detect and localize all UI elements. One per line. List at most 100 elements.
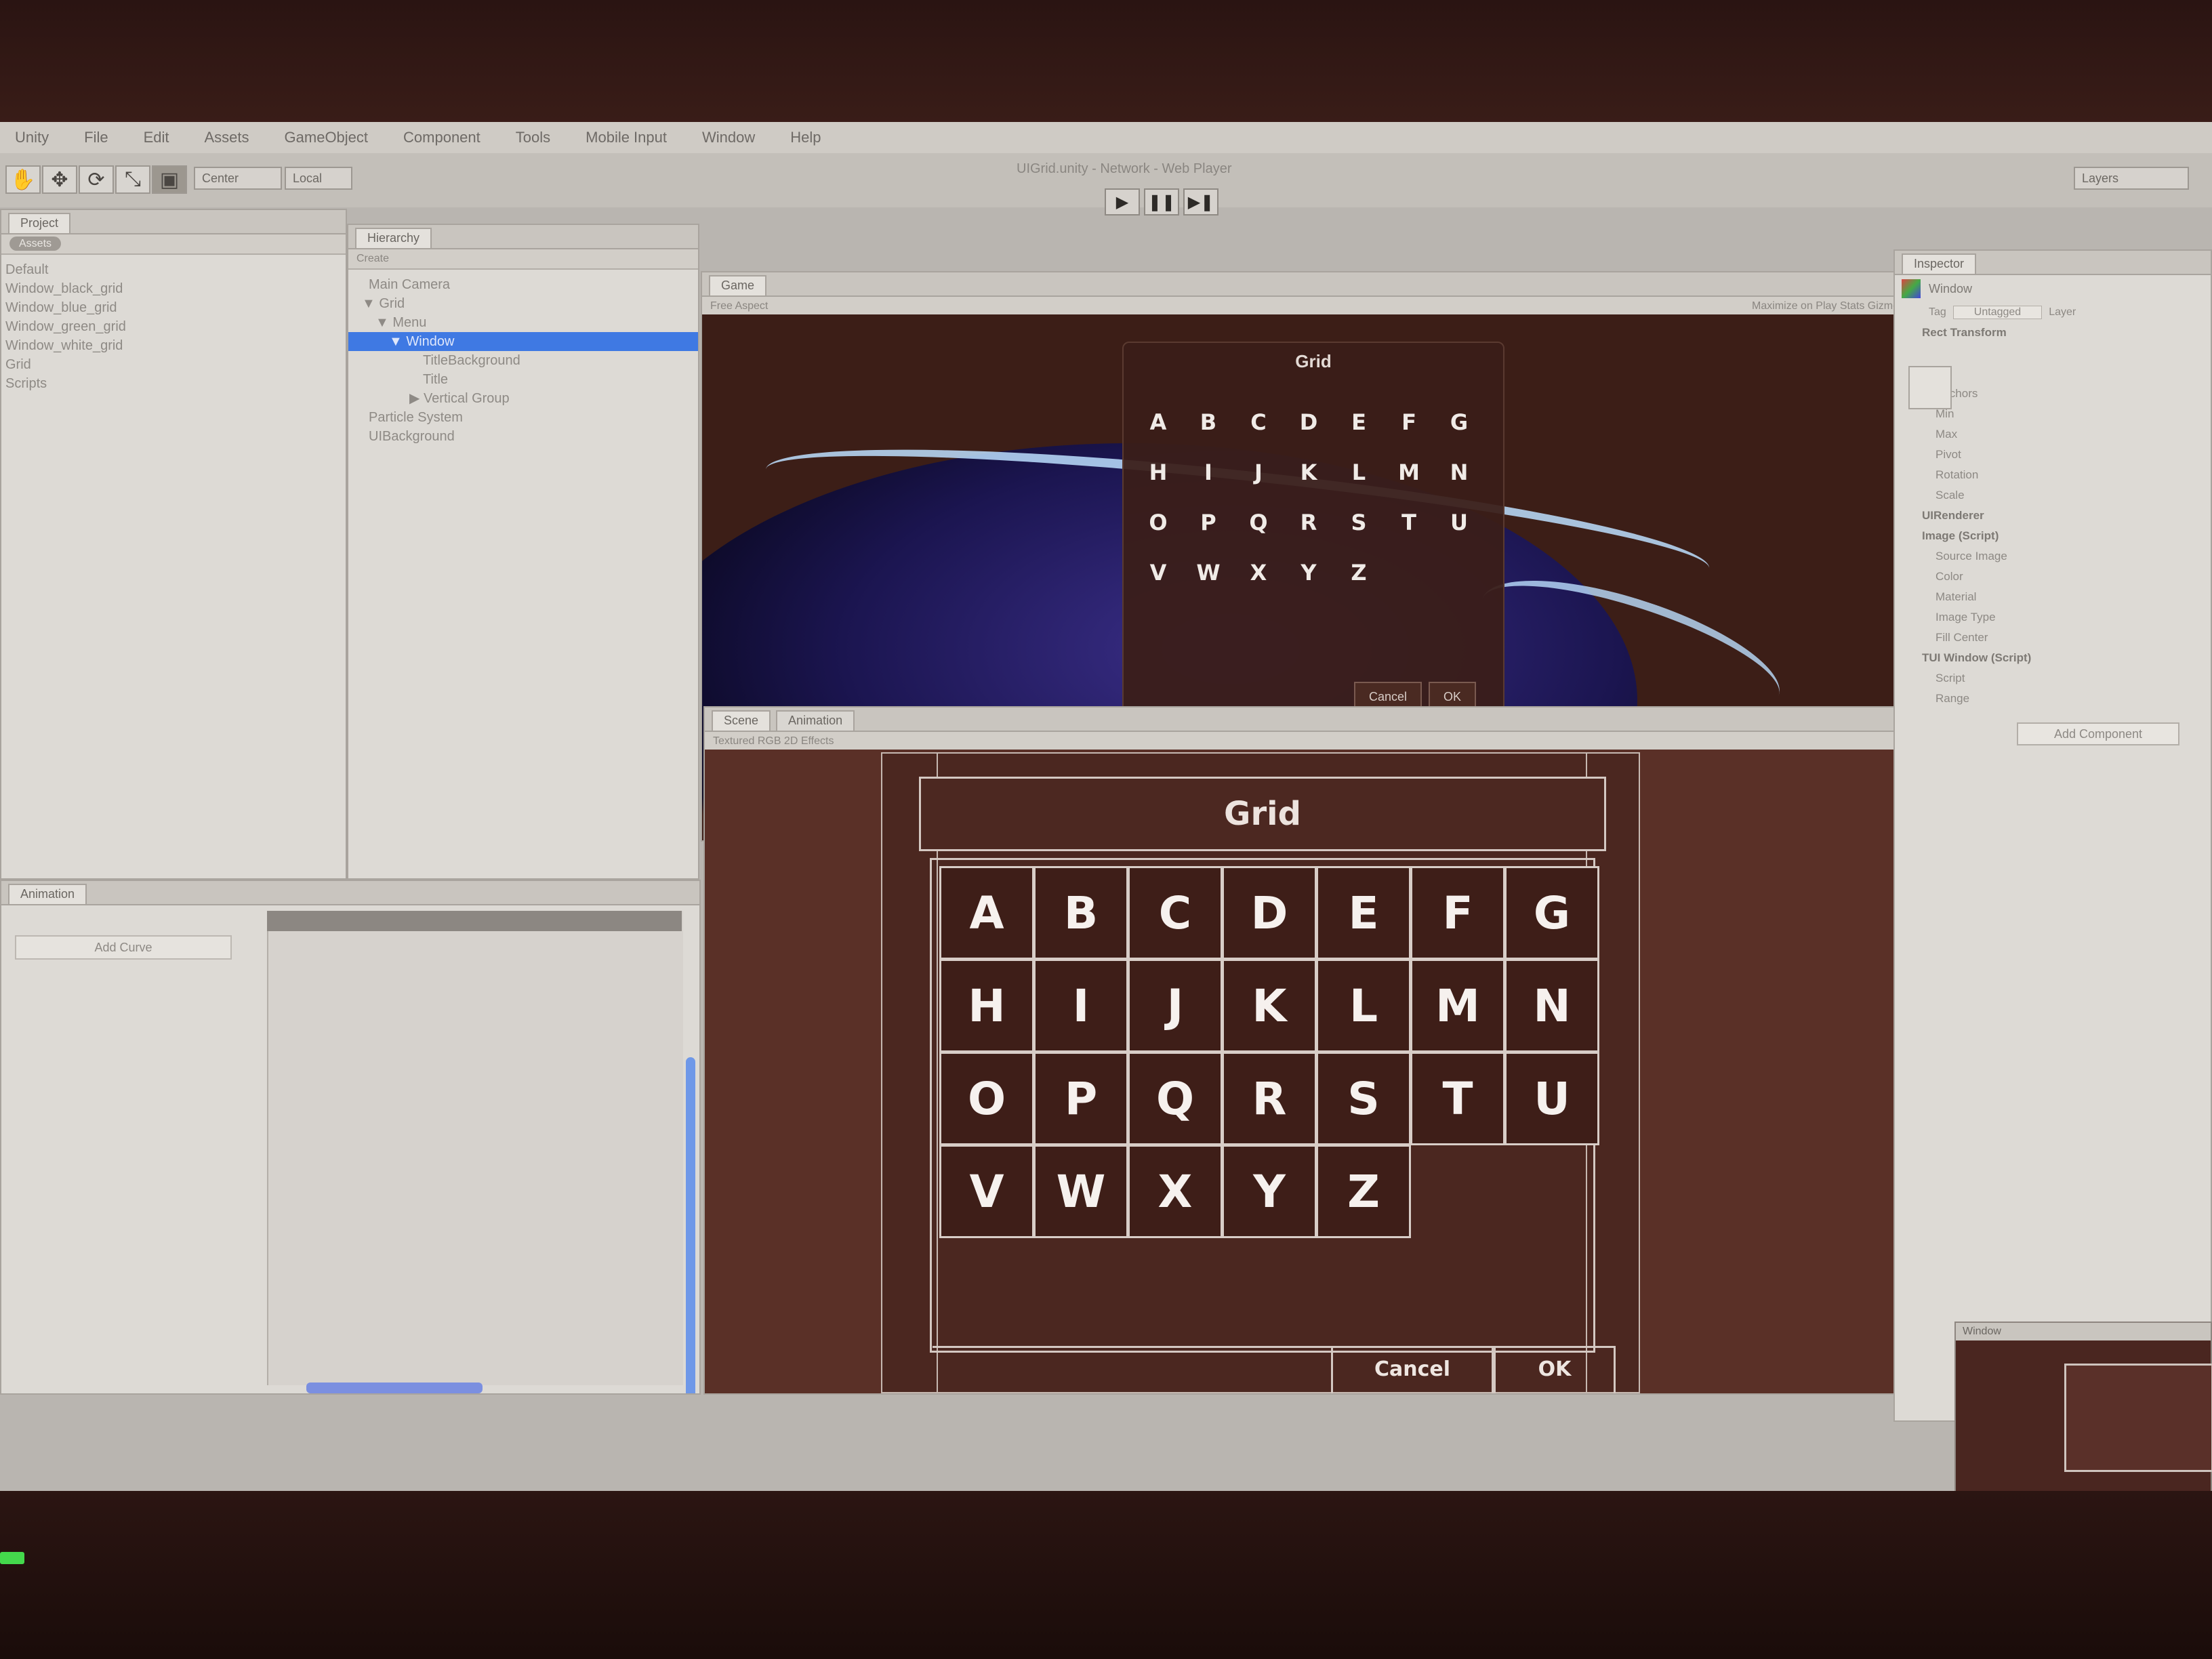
key-o[interactable]: O xyxy=(1133,497,1183,548)
hierarchy-create-bar[interactable]: Create xyxy=(348,249,698,270)
ok-button[interactable]: OK xyxy=(1494,1346,1616,1393)
pause-icon[interactable]: ❚❚ xyxy=(1144,188,1179,216)
tree-item-grid[interactable]: ▼ Grid xyxy=(348,294,698,313)
tree-item-titlebackground[interactable]: TitleBackground xyxy=(348,351,698,370)
key-n[interactable]: N xyxy=(1434,447,1484,497)
key-k[interactable]: K xyxy=(1284,447,1334,497)
key-e[interactable]: E xyxy=(1334,397,1384,447)
tab-project[interactable]: Project xyxy=(8,213,71,233)
menu-edit[interactable]: Edit xyxy=(144,129,169,146)
anchor-presets-icon[interactable] xyxy=(1908,366,1952,409)
component-header[interactable]: Image (Script) xyxy=(1895,526,2211,546)
menu-help[interactable]: Help xyxy=(790,129,821,146)
key-s[interactable]: S xyxy=(1316,1052,1411,1145)
key-c[interactable]: C xyxy=(1128,866,1223,960)
key-b[interactable]: B xyxy=(1183,397,1233,447)
key-q[interactable]: Q xyxy=(1233,497,1284,548)
project-search-bar[interactable]: Assets xyxy=(1,234,346,255)
key-e[interactable]: E xyxy=(1316,866,1411,960)
add-component-button[interactable]: Add Component xyxy=(2017,722,2179,745)
key-p[interactable]: P xyxy=(1033,1052,1128,1145)
tree-item-vertical-group[interactable]: ▶ Vertical Group xyxy=(348,389,698,408)
component-header[interactable]: TUI Window (Script) xyxy=(1895,648,2211,668)
cancel-button[interactable]: Cancel xyxy=(1331,1346,1494,1393)
tree-item-particle-system[interactable]: Particle System xyxy=(348,408,698,427)
local-toggle[interactable]: Local xyxy=(285,167,352,190)
preview-tab[interactable]: Window xyxy=(1956,1323,2211,1340)
key-w[interactable]: W xyxy=(1183,548,1233,598)
step-icon[interactable]: ▶❚ xyxy=(1183,188,1218,216)
tab-scene[interactable]: Scene xyxy=(712,710,771,731)
key-w[interactable]: W xyxy=(1033,1145,1128,1238)
menu-gameobject[interactable]: GameObject xyxy=(285,129,369,146)
key-t[interactable]: T xyxy=(1410,1052,1505,1145)
key-l[interactable]: L xyxy=(1334,447,1384,497)
tab-hierarchy[interactable]: Hierarchy xyxy=(355,228,432,248)
menu-tools[interactable]: Tools xyxy=(516,129,550,146)
layers-dropdown[interactable]: Layers xyxy=(2074,167,2189,190)
key-c[interactable]: C xyxy=(1233,397,1284,447)
tree-item-main-camera[interactable]: Main Camera xyxy=(348,275,698,294)
key-v[interactable]: V xyxy=(1133,548,1183,598)
list-item[interactable]: Default xyxy=(5,260,346,279)
key-a[interactable]: A xyxy=(1133,397,1183,447)
move-tool-icon[interactable]: ✥ xyxy=(42,165,77,194)
rect-tool-icon[interactable]: ▣ xyxy=(152,165,187,194)
menu-unity[interactable]: Unity xyxy=(15,129,49,146)
key-z[interactable]: Z xyxy=(1316,1145,1411,1238)
scale-tool-icon[interactable]: ⤡ xyxy=(115,165,150,194)
key-j[interactable]: J xyxy=(1233,447,1284,497)
tag-dropdown[interactable]: Untagged xyxy=(1952,306,2043,319)
hand-tool-icon[interactable]: ✋ xyxy=(5,165,41,194)
list-item[interactable]: Window_black_grid xyxy=(5,279,346,298)
key-r[interactable]: R xyxy=(1222,1052,1317,1145)
dopesheet-area[interactable] xyxy=(267,911,683,1385)
search-tag[interactable]: Assets xyxy=(9,237,62,251)
key-x[interactable]: X xyxy=(1233,548,1284,598)
component-header[interactable]: Rect Transform xyxy=(1895,323,2211,343)
key-y[interactable]: Y xyxy=(1284,548,1334,598)
key-f[interactable]: F xyxy=(1384,397,1434,447)
rotate-tool-icon[interactable]: ⟳ xyxy=(79,165,114,194)
play-icon[interactable]: ▶ xyxy=(1105,188,1140,216)
key-t[interactable]: T xyxy=(1384,497,1434,548)
key-h[interactable]: H xyxy=(1133,447,1183,497)
list-item[interactable]: Window_white_grid xyxy=(5,336,346,355)
key-y[interactable]: Y xyxy=(1222,1145,1317,1238)
key-v[interactable]: V xyxy=(939,1145,1034,1238)
add-curve-button[interactable]: Add Curve xyxy=(15,935,232,960)
tab-animation-secondary[interactable]: Animation xyxy=(776,710,855,731)
menu-component[interactable]: Component xyxy=(403,129,480,146)
tab-animation[interactable]: Animation xyxy=(8,884,87,904)
key-i[interactable]: I xyxy=(1033,959,1128,1052)
object-name[interactable]: Window xyxy=(1929,282,1972,296)
key-g[interactable]: G xyxy=(1434,397,1484,447)
scene-render[interactable]: Grid A B C D E F G H I J K L M N O P Q R… xyxy=(705,750,1915,1393)
key-u[interactable]: U xyxy=(1434,497,1484,548)
key-m[interactable]: M xyxy=(1384,447,1434,497)
key-s[interactable]: S xyxy=(1334,497,1384,548)
key-b[interactable]: B xyxy=(1033,866,1128,960)
tab-inspector[interactable]: Inspector xyxy=(1902,253,1977,274)
key-z[interactable]: Z xyxy=(1334,548,1384,598)
key-k[interactable]: K xyxy=(1222,959,1317,1052)
key-n[interactable]: N xyxy=(1504,959,1599,1052)
tree-item-window[interactable]: ▼ Window xyxy=(348,332,698,351)
key-i[interactable]: I xyxy=(1183,447,1233,497)
timeline-ruler[interactable] xyxy=(267,911,682,931)
menu-window[interactable]: Window xyxy=(702,129,755,146)
list-item[interactable]: Window_blue_grid xyxy=(5,298,346,317)
list-item[interactable]: Grid xyxy=(5,355,346,374)
key-o[interactable]: O xyxy=(939,1052,1034,1145)
horizontal-scrollbar[interactable] xyxy=(306,1382,483,1393)
key-d[interactable]: D xyxy=(1284,397,1334,447)
key-g[interactable]: G xyxy=(1504,866,1599,960)
menu-assets[interactable]: Assets xyxy=(205,129,249,146)
key-j[interactable]: J xyxy=(1128,959,1223,1052)
list-item[interactable]: Window_green_grid xyxy=(5,317,346,336)
tree-item-title[interactable]: Title xyxy=(348,370,698,389)
key-x[interactable]: X xyxy=(1128,1145,1223,1238)
menu-file[interactable]: File xyxy=(84,129,108,146)
key-h[interactable]: H xyxy=(939,959,1034,1052)
key-u[interactable]: U xyxy=(1504,1052,1599,1145)
